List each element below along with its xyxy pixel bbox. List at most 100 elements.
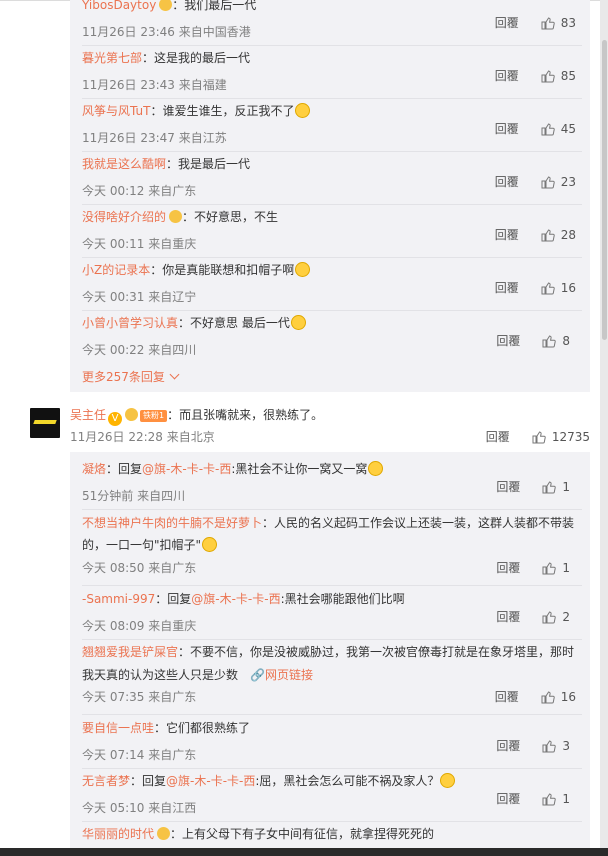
list-item: 没得啥好介绍的 ：不好意思，不生 今天 00:11 来自重庆 回覆 28 [82, 208, 582, 258]
comment-meta: 今天 00:31 来自辽宁 [82, 290, 197, 304]
comment-text: ：而且张嘴就来，很熟练了。 [167, 408, 324, 422]
commenter-name[interactable]: -Sammi-997 [82, 592, 155, 606]
thumbs-up-icon [541, 175, 555, 188]
commenter-name[interactable]: 凝烙 [82, 462, 106, 476]
comment-text: ：这是我的最后一代 [142, 51, 251, 65]
commenter-name[interactable]: 小曾小曾学习认真 [82, 316, 178, 330]
commenter-name[interactable]: 无言者梦 [82, 774, 130, 788]
list-item: 小Z的记录本：你是真能联想和扣帽子啊 今天 00:31 来自辽宁 回覆 16 [82, 261, 582, 311]
comment-text: ：不好意思，不生 [182, 210, 279, 224]
list-item: 翘翘爱我是铲屎官：不要不信，你是没被威胁过，我第一次被官僚毒打就是在象牙塔里，那… [82, 643, 582, 715]
reply-button[interactable]: 回覆 [486, 428, 510, 445]
thumbs-up-icon [542, 739, 557, 752]
comment-text: ：不好意思 最后一代 [178, 316, 290, 330]
reply-button[interactable]: 回覆 [495, 14, 519, 31]
comment-meta: 今天 07:14 来自广东 [82, 748, 197, 762]
like-button[interactable]: 2 [542, 610, 570, 624]
commenter-name[interactable]: 要自信一点哇 [82, 721, 154, 735]
like-button[interactable]: 8 [542, 334, 570, 348]
list-item: 风筝与风TuT：谁爱生谁生，反正我不了 11月26日 23:47 来自江苏 回覆… [82, 102, 582, 152]
vip-badge-icon [159, 0, 173, 11]
like-button[interactable]: 16 [541, 281, 576, 295]
reply-button[interactable]: 回覆 [496, 332, 520, 349]
comment-meta: 今天 05:10 来自江西 [82, 801, 197, 815]
list-item: 我就是这么酷啊：我是最后一代 今天 00:12 来自广东 回覆 23 [82, 155, 582, 205]
emoji-icon [290, 315, 306, 330]
like-button[interactable]: 1 [542, 561, 570, 575]
like-count: 85 [560, 68, 576, 83]
list-item: 无言者梦：回复@旗-木-卡-卡-西:屈，黑社会怎么可能不祸及家人？ 今天 05:… [82, 772, 582, 822]
commenter-name[interactable]: 暮光第七部 [82, 51, 142, 65]
emoji-icon [295, 103, 311, 118]
commenter-name[interactable]: 小Z的记录本 [82, 263, 150, 277]
reply-button[interactable]: 回覆 [495, 279, 519, 296]
more-replies-link[interactable]: 更多257条回复 [82, 368, 180, 385]
comment-text: ：它们都很熟练了 [154, 721, 251, 735]
like-button[interactable]: 16 [541, 690, 576, 704]
comment-meta: 今天 07:35 来自广东 [82, 690, 197, 704]
reply-button[interactable]: 回覆 [496, 790, 520, 807]
like-button[interactable]: 28 [541, 228, 576, 242]
like-count: 83 [560, 15, 576, 30]
vip-badge-icon [125, 408, 139, 421]
scrollbar-thumb[interactable] [602, 40, 607, 340]
reply-prefix: ：回复 [130, 774, 167, 788]
mention-link[interactable]: @旗-木-卡-卡-西 [191, 592, 280, 606]
reply-button[interactable]: 回覆 [496, 608, 520, 625]
comment-text: ：人民的名义起码工作会议上还装一装，这群人装都不带装 [262, 516, 575, 530]
thumbs-up-icon [542, 334, 557, 347]
reply-button[interactable]: 回覆 [495, 120, 519, 137]
commenter-name[interactable]: 吴主任 [70, 408, 106, 422]
commenter-name[interactable]: 翘翘爱我是铲屎官 [82, 645, 178, 659]
avatar[interactable] [30, 408, 60, 438]
like-count: 16 [560, 689, 576, 704]
more-replies-label: 更多257条回复 [82, 370, 165, 384]
comment-meta: 今天 08:09 来自重庆 [82, 619, 197, 633]
reply-button[interactable]: 回覆 [496, 478, 520, 495]
like-button[interactable]: 1 [542, 480, 570, 494]
like-button[interactable]: 83 [541, 16, 576, 30]
comment-text-cont: 我天真的认为这些人只是少数 [82, 668, 239, 682]
like-count: 3 [562, 738, 570, 753]
web-link[interactable]: 网页链接 [265, 668, 313, 682]
comment-meta: 今天 00:12 来自广东 [82, 184, 197, 198]
emoji-icon [368, 461, 384, 476]
commenter-name[interactable]: 不想当神户牛肉的牛腩不是好萝卜 [82, 516, 262, 530]
like-count: 16 [560, 280, 576, 295]
reply-prefix: ：回复 [155, 592, 192, 606]
like-button[interactable]: 45 [541, 122, 576, 136]
commenter-name[interactable]: 华丽丽的时代 [82, 827, 154, 841]
commenter-name[interactable]: 我就是这么酷啊 [82, 157, 166, 171]
like-button[interactable]: 3 [542, 739, 570, 753]
comment-text: ：不要不信，你是没被威胁过，我第一次被官僚毒打就是在象牙塔里，那时 [178, 645, 575, 659]
mention-link[interactable]: @旗-木-卡-卡-西 [142, 462, 231, 476]
reply-button[interactable]: 回覆 [495, 226, 519, 243]
like-count: 23 [560, 174, 576, 189]
reply-button[interactable]: 回覆 [495, 67, 519, 84]
list-item: 华丽丽的时代 ：上有父母下有子女中间有征信，就拿捏得死死的 [82, 825, 582, 845]
like-button[interactable]: 1 [542, 792, 570, 806]
like-button[interactable]: 23 [541, 175, 576, 189]
reply-button[interactable]: 回覆 [496, 737, 520, 754]
commenter-name[interactable]: 没得啥好介绍的 [82, 210, 166, 224]
comment-text: :黑社会不让你一窝又一窝 [231, 462, 368, 476]
verified-icon: V [108, 412, 123, 426]
mention-link[interactable]: @旗-木-卡-卡-西 [166, 774, 255, 788]
list-item: 凝烙：回复@旗-木-卡-卡-西:黑社会不让你一窝又一窝 51分钟前 来自四川 回… [82, 460, 582, 510]
like-button[interactable]: 12735 [532, 430, 590, 444]
reply-button[interactable]: 回覆 [495, 173, 519, 190]
comment-text: ：我们最后一代 [172, 0, 257, 12]
comment-text-cont: 的，一口一句"扣帽子" [82, 538, 202, 552]
comment-text: :黑社会哪能跟他们比啊 [280, 592, 405, 606]
comment-meta: 11月26日 23:46 来自中国香港 [82, 25, 251, 39]
taskbar-edge [0, 848, 608, 856]
reply-button[interactable]: 回覆 [496, 559, 520, 576]
main-comment: 吴主任 V 铁粉1 ：而且张嘴就来，很熟练了。 11月26日 22:28 来自北京 回… [30, 404, 590, 444]
scrollbar[interactable] [600, 0, 608, 856]
commenter-name[interactable]: YibosDaytoy [82, 0, 156, 12]
commenter-name[interactable]: 风筝与风TuT [82, 104, 150, 118]
reply-button[interactable]: 回覆 [495, 688, 519, 705]
link-icon: 🔗 [250, 668, 265, 682]
chevron-down-icon [169, 369, 180, 380]
like-button[interactable]: 85 [541, 69, 576, 83]
